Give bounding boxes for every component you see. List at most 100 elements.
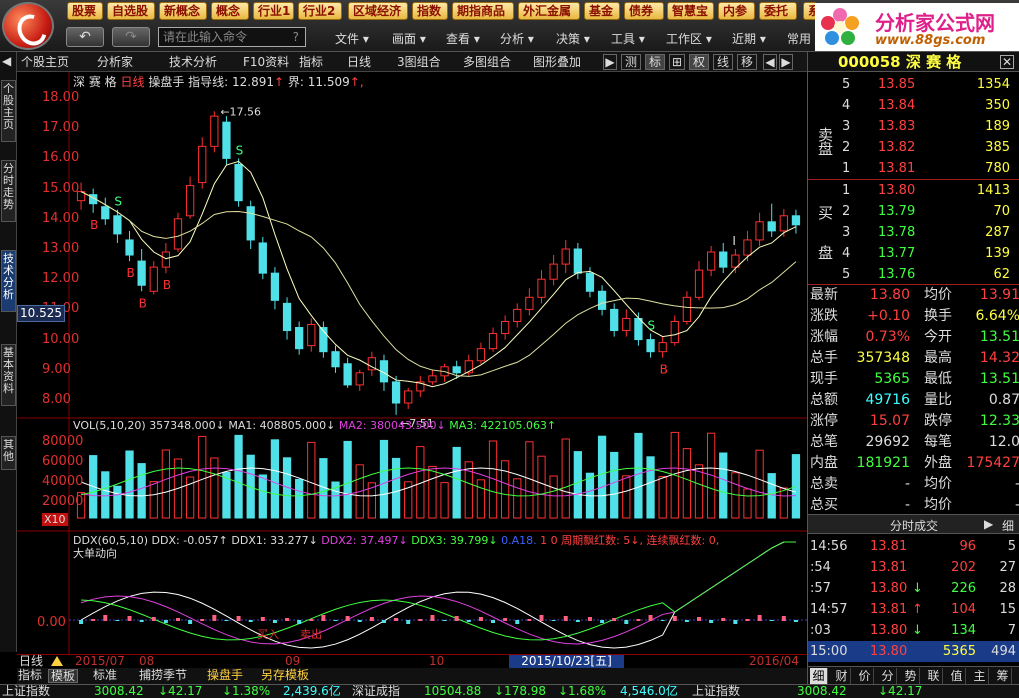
stat-label: 换手 <box>924 308 952 324</box>
tick-arrow-icon: ↑ <box>912 602 923 617</box>
back-button[interactable]: ↶ <box>66 27 104 47</box>
chart-tab-daily[interactable]: 日线 <box>347 54 371 70</box>
chart-tab-overlay[interactable]: 图形叠加 <box>533 54 581 70</box>
quick-button-4[interactable]: 行业1 <box>253 2 294 20</box>
close-icon[interactable]: ✕ <box>1000 55 1014 69</box>
stat-label: 涨停 <box>810 413 838 429</box>
quote-tab[interactable]: 价 <box>856 668 874 684</box>
tab-intraday[interactable]: 分时走势 <box>1 160 16 222</box>
volume-bar <box>767 473 776 519</box>
menu-3[interactable]: 分析 ▾ <box>500 30 534 47</box>
tab-stock-home[interactable]: 个股主页 <box>1 80 16 142</box>
quick-button-5[interactable]: 行业2 <box>298 2 342 20</box>
candle-body <box>137 260 146 286</box>
quick-button-12[interactable]: 智慧宝 <box>667 2 714 20</box>
tab-indicator[interactable]: 指标 <box>18 669 42 683</box>
chart-tab-f10[interactable]: F10资料 <box>243 54 289 70</box>
quick-button-13[interactable]: 内参 <box>718 2 755 20</box>
prev-icon[interactable]: ◀ <box>763 54 777 70</box>
stat-label: 总手 <box>810 350 838 366</box>
mark-button[interactable]: 标 <box>645 54 665 70</box>
move-button[interactable]: 移 <box>737 54 757 70</box>
chart-tab-home[interactable]: 个股主页 <box>21 54 69 70</box>
quick-button-10[interactable]: 基金 <box>584 2 620 20</box>
chart-area[interactable]: ←17.56 ←7.51 B B B B B S S S I 深 赛 格 日线 操盘手 指导线: 1… <box>17 72 807 654</box>
price-y-label: 9.00 <box>42 361 71 377</box>
forward-button[interactable]: ↷ <box>112 27 150 47</box>
bid-row: 4 13.77 139 <box>842 243 1019 264</box>
quote-tab[interactable]: 细 <box>810 668 828 684</box>
stock-name: 深 赛 格 <box>905 53 962 71</box>
quote-tab[interactable]: 筹 <box>994 668 1012 684</box>
quick-button-11[interactable]: 债券 <box>624 2 664 20</box>
chart-tab-analyst[interactable]: 分析家 <box>97 54 133 70</box>
tick-price: 13.80 <box>870 644 908 659</box>
volume-bar <box>307 441 316 519</box>
measure-button[interactable]: 测 <box>621 54 641 70</box>
volume-bar <box>113 485 122 519</box>
next-icon[interactable]: ▶ <box>779 54 793 70</box>
tab-season[interactable]: 捕捞季节 <box>139 669 187 683</box>
tab-save-template[interactable]: 另存模板 <box>261 669 309 683</box>
ticks-expand-icon[interactable]: ▶ <box>984 517 993 531</box>
tab-trader[interactable]: 操盘手 <box>207 669 243 683</box>
menu-4[interactable]: 决策 ▾ <box>556 30 590 47</box>
play-icon[interactable]: ▶ <box>603 54 617 70</box>
quick-button-3[interactable]: 概念 <box>211 2 249 20</box>
quick-button-6[interactable]: 区域经济 <box>348 2 408 20</box>
grid-icon[interactable]: ⊞ <box>669 54 685 70</box>
menu-6[interactable]: 工作区 ▾ <box>666 30 712 47</box>
left-arrow-icon[interactable]: ◀ <box>2 54 11 68</box>
ask-level: 5 <box>842 77 851 92</box>
tick-time: :54 <box>810 560 831 575</box>
volume-bar <box>295 478 304 519</box>
menu-0[interactable]: 文件 ▾ <box>335 30 369 47</box>
quote-tab[interactable]: 分 <box>879 668 897 684</box>
stat-value: 13.91 <box>979 287 1019 303</box>
candle-body <box>258 242 267 274</box>
quote-tab[interactable]: 势 <box>902 668 920 684</box>
tab-template[interactable]: 模板 <box>48 669 79 683</box>
quick-button-9[interactable]: 外汇金属 <box>518 2 580 20</box>
chart-tab-technical[interactable]: 技术分析 <box>169 54 217 70</box>
bid-price: 13.80 <box>878 183 916 198</box>
quote-title: 000058 深 赛 格 ✕ <box>808 52 1019 72</box>
quick-button-0[interactable]: 股票 <box>67 2 103 20</box>
rights-button[interactable]: 权 <box>689 54 709 70</box>
quick-button-14[interactable]: 委托 <box>759 2 797 20</box>
ddx-zero-label: 0.00 <box>37 615 66 630</box>
period-triangle-icon[interactable] <box>51 656 63 666</box>
ticks-detail-icon[interactable]: 细 <box>1002 517 1014 534</box>
menu-1[interactable]: 画面 ▾ <box>392 30 426 47</box>
menu-5[interactable]: 工具 ▾ <box>611 30 645 47</box>
quote-tab[interactable]: 财 <box>833 668 851 684</box>
candle-body <box>706 251 716 271</box>
ddx-bar <box>381 620 386 623</box>
menu-7[interactable]: 近期 ▾ <box>732 30 766 47</box>
tab-standard[interactable]: 标准 <box>93 669 117 683</box>
price-y-label: 14.00 <box>42 210 80 226</box>
quick-button-7[interactable]: 指数 <box>412 2 448 20</box>
stat-value: 49716 <box>865 392 910 408</box>
price-chart[interactable]: ←17.56←7.51BBBBBSSSI <box>17 72 807 654</box>
quote-tab[interactable]: 值 <box>948 668 966 684</box>
stat-value: 29692 <box>865 434 910 450</box>
candle-body <box>270 272 280 301</box>
tab-technical[interactable]: 技术分析 <box>1 250 16 312</box>
quick-button-2[interactable]: 新概念 <box>159 2 207 20</box>
chart-tab-3combo[interactable]: 3图组合 <box>397 54 441 70</box>
quote-tab[interactable]: 主 <box>971 668 989 684</box>
line-button[interactable]: 线 <box>713 54 733 70</box>
tab-fundamentals[interactable]: 基本资料 <box>1 344 16 406</box>
candle-body <box>307 324 316 347</box>
chart-tab-indicator[interactable]: 指标 <box>299 54 323 70</box>
ask-row: 5 13.85 1354 <box>842 74 1019 95</box>
app-logo[interactable] <box>2 2 54 50</box>
command-input[interactable]: 请在此输入命令 ? <box>158 27 306 47</box>
quote-tab[interactable]: 联 <box>925 668 943 684</box>
tab-other[interactable]: 其他 <box>1 436 16 470</box>
quick-button-1[interactable]: 自选股 <box>107 2 155 20</box>
menu-2[interactable]: 查看 ▾ <box>446 30 480 47</box>
quick-button-8[interactable]: 期指商品 <box>452 2 514 20</box>
chart-tab-multicombo[interactable]: 多图组合 <box>463 54 511 70</box>
